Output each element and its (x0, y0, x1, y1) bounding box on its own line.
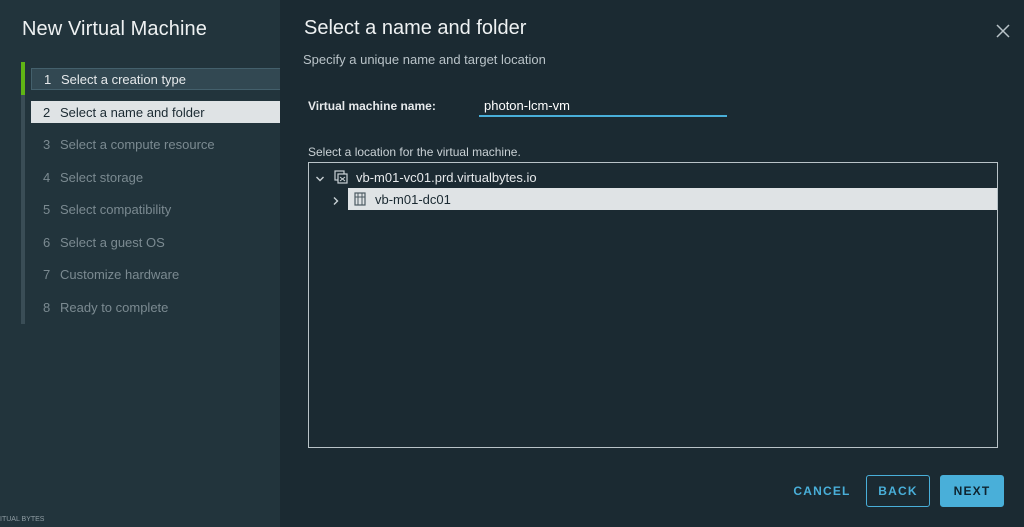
step-label: Select compatibility (60, 201, 172, 217)
next-button[interactable]: NEXT (940, 475, 1004, 507)
tree-node-datacenter[interactable]: vb-m01-dc01 (309, 188, 997, 210)
step-number: 2 (43, 104, 51, 120)
tree-node-label: vb-m01-vc01.prd.virtualbytes.io (356, 169, 537, 185)
watermark-text: ITUAL BYTES (0, 516, 45, 523)
step-number: 4 (43, 169, 51, 185)
page-title: Select a name and folder (304, 17, 527, 39)
wizard-title: New Virtual Machine (22, 18, 207, 40)
wizard-steps: 1 Select a creation type 2 Select a name… (21, 62, 282, 324)
step-label: Customize hardware (60, 266, 180, 282)
step-ready-to-complete: 8 Ready to complete (31, 296, 282, 318)
step-number: 8 (43, 299, 51, 315)
back-button[interactable]: BACK (866, 475, 930, 507)
step-label: Select a guest OS (60, 234, 165, 250)
step-name-and-folder[interactable]: 2 Select a name and folder (31, 101, 282, 123)
step-number: 7 (43, 266, 51, 282)
step-compute-resource: 3 Select a compute resource (31, 133, 282, 155)
tree-node-label: vb-m01-dc01 (375, 191, 451, 207)
cancel-button[interactable]: CANCEL (790, 475, 854, 507)
wizard-sidebar: New Virtual Machine 1 Select a creation … (0, 0, 282, 527)
wizard-main: Select a name and folder Specify a uniqu… (280, 0, 1024, 527)
page-subtitle: Specify a unique name and target locatio… (303, 52, 546, 67)
step-label: Select a name and folder (60, 104, 205, 120)
step-number: 1 (44, 71, 52, 87)
chevron-right-icon[interactable] (331, 194, 341, 205)
step-number: 6 (43, 234, 51, 250)
step-label: Select a creation type (61, 71, 187, 87)
step-compatibility: 5 Select compatibility (31, 198, 282, 220)
step-label: Select storage (60, 169, 144, 185)
step-number: 3 (43, 136, 51, 152)
step-number: 5 (43, 201, 51, 217)
step-creation-type[interactable]: 1 Select a creation type (31, 68, 282, 90)
steps-progress-bar (21, 62, 25, 95)
datacenter-icon (353, 192, 367, 206)
vcenter-icon (334, 170, 348, 184)
step-storage: 4 Select storage (31, 166, 282, 188)
location-label: Select a location for the virtual machin… (308, 145, 521, 159)
tree-node-vcenter[interactable]: vb-m01-vc01.prd.virtualbytes.io (309, 166, 997, 188)
step-customize-hardware: 7 Customize hardware (31, 263, 282, 285)
step-label: Ready to complete (60, 299, 169, 315)
location-tree: vb-m01-vc01.prd.virtualbytes.io vb-m01-d… (308, 162, 998, 448)
vm-name-label: Virtual machine name: (308, 99, 436, 113)
chevron-down-icon[interactable] (315, 172, 325, 182)
new-vm-wizard: New Virtual Machine 1 Select a creation … (0, 0, 1024, 527)
step-label: Select a compute resource (60, 136, 215, 152)
vm-name-input[interactable] (479, 95, 727, 117)
step-guest-os: 6 Select a guest OS (31, 231, 282, 253)
close-icon[interactable] (994, 22, 1012, 40)
